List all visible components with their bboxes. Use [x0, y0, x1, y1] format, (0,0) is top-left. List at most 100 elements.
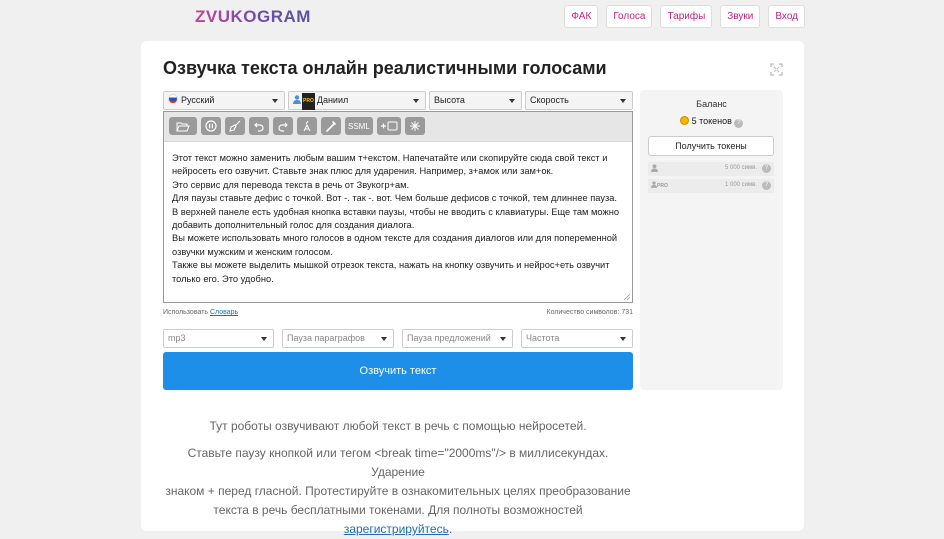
- voice-select[interactable]: PRO Даниил: [288, 91, 426, 110]
- info-text: .: [448, 522, 453, 536]
- logo[interactable]: ZVUKOGRAM: [145, 5, 311, 29]
- sentence-pause-select[interactable]: Пауза предложений: [402, 329, 513, 348]
- chevron-down-icon: [272, 99, 278, 103]
- info-paragraph: Ставьте паузу кнопкой или тегом <break t…: [163, 444, 633, 539]
- chevron-down-icon: [620, 99, 626, 103]
- folder-open-icon: [176, 122, 190, 131]
- nav-faq[interactable]: ФАК: [564, 5, 599, 28]
- paragraph-pause-select[interactable]: Пауза параграфов: [282, 329, 394, 348]
- token-count: 5 токенов: [691, 116, 732, 126]
- synthesize-button[interactable]: Озвучить текст: [163, 352, 633, 390]
- nav-sounds[interactable]: Звуки: [720, 5, 761, 28]
- quota-basic: 5 000 симв. ?: [648, 162, 774, 176]
- token-balance: 5 токенов ?: [640, 116, 783, 128]
- text-line: озвучки мужским и женским голосом.: [172, 246, 333, 257]
- info-text: знаком + перед гласной. Протестируйте в …: [165, 484, 631, 498]
- sound-wave-icon: [146, 6, 187, 28]
- chevron-down-icon: [509, 99, 515, 103]
- format-select[interactable]: mp3: [163, 329, 274, 348]
- balance-panel: Баланс 5 токенов ? Получить токены 5 000…: [640, 90, 783, 390]
- pause-button[interactable]: [201, 117, 221, 135]
- language-value: Русский: [181, 95, 215, 105]
- redo-button[interactable]: [273, 117, 293, 135]
- pro-user-label: PRO: [651, 181, 668, 189]
- help-icon[interactable]: ?: [762, 164, 771, 173]
- text-line: Вы можете использовать много голосов в о…: [172, 233, 618, 244]
- chevron-down-icon: [500, 337, 506, 341]
- coin-icon: [679, 116, 689, 125]
- language-select[interactable]: Русский: [163, 91, 285, 110]
- nav-voices[interactable]: Голоса: [606, 5, 653, 28]
- editor-toolbar: SSML: [164, 112, 632, 142]
- user-icon: [293, 95, 301, 104]
- chevron-down-icon: [413, 99, 419, 103]
- char-count-label: Количество символов:: [546, 309, 620, 316]
- sound-effect-button[interactable]: [404, 117, 425, 135]
- brand-name: ZVUKOGRAM: [195, 7, 311, 26]
- text-line: Для паузы ставьте дефис с точкой. Вот -.…: [172, 193, 618, 204]
- pitch-value: Высота: [434, 95, 465, 105]
- text-line: Также вы можете выделить мышкой отрезок …: [172, 260, 610, 271]
- help-icon[interactable]: ?: [734, 119, 744, 128]
- undo-icon: [254, 122, 264, 132]
- dictionary-prefix: Использовать: [163, 309, 210, 316]
- redo-icon: [278, 122, 288, 132]
- clear-button[interactable]: [225, 117, 245, 135]
- voice-value: Даниил: [316, 95, 349, 105]
- text-line: только его. Это удобно.: [172, 273, 274, 284]
- char-counter: Количество символов: 731: [547, 309, 634, 316]
- text-line: Это сервис для перевода текста в речь от…: [172, 179, 410, 190]
- stress-button[interactable]: [297, 117, 317, 135]
- frequency-value: Частота: [526, 333, 560, 343]
- page-title: Озвучка текста онлайн реалистичными голо…: [163, 58, 607, 78]
- accent-mark-icon: [303, 120, 311, 132]
- speed-value: Скорость: [530, 95, 569, 105]
- nav-pricing[interactable]: Тарифы: [660, 5, 713, 28]
- top-bar: ZVUKOGRAM ФАК Голоса Тарифы Звуки Вход: [0, 0, 944, 38]
- dictionary-toggle: Использовать Словарь: [163, 309, 238, 316]
- get-tokens-button[interactable]: Получить токены: [648, 136, 774, 156]
- broom-icon: [229, 120, 241, 132]
- frequency-select[interactable]: Частота: [521, 329, 633, 348]
- open-file-button[interactable]: [169, 117, 197, 135]
- undo-button[interactable]: [249, 117, 269, 135]
- add-voice-icon: [380, 121, 398, 131]
- help-icon[interactable]: ?: [762, 181, 771, 190]
- text-editor[interactable]: SSML Этот текст можно заменить любым ваш…: [163, 111, 633, 303]
- pause-icon: [205, 120, 217, 132]
- user-icon: [651, 164, 658, 172]
- char-count-value: 731: [621, 309, 633, 316]
- quota-basic-value: 5 000 симв.: [724, 165, 757, 171]
- quota-pro: PRO 1 000 симв. ?: [648, 179, 774, 193]
- resize-handle-icon[interactable]: [624, 294, 630, 300]
- speed-select[interactable]: Скорость: [525, 91, 633, 110]
- info-text: текста в речь бесплатными токенами. Для …: [213, 503, 583, 517]
- paragraph-pause-value: Пауза параграфов: [287, 333, 365, 343]
- main-nav: ФАК Голоса Тарифы Звуки Вход: [564, 5, 805, 28]
- main-card: Озвучка текста онлайн реалистичными голо…: [141, 41, 804, 536]
- pitch-select[interactable]: Высота: [429, 91, 522, 110]
- sentence-pause-value: Пауза предложений: [407, 333, 491, 343]
- nav-login[interactable]: Вход: [768, 5, 805, 28]
- pro-badge: PRO: [302, 93, 315, 110]
- add-voice-button[interactable]: [376, 117, 401, 135]
- ssml-button[interactable]: SSML: [345, 117, 373, 135]
- text-line: добавить дополнительный голос для создан…: [172, 220, 415, 231]
- sparkle-icon: [409, 121, 420, 131]
- quota-pro-value: 1 000 симв.: [724, 182, 757, 188]
- wand-icon: [326, 121, 336, 132]
- editor-text[interactable]: Этот текст можно заменить любым вашим т+…: [164, 142, 632, 286]
- text-line: В верхней панеле есть удобная кнопка вст…: [172, 206, 620, 217]
- pro-badge: PRO: [657, 183, 668, 189]
- info-line-1: Тут роботы озвучивают любой текст в речь…: [209, 419, 587, 433]
- chevron-down-icon: [261, 337, 267, 341]
- info-text-last: текста в речь бесплатными токенами. Для …: [163, 501, 633, 539]
- info-text: Ставьте паузу кнопкой или тегом <break t…: [187, 446, 609, 479]
- text-line: нейросеть его озвучит. Ставьте знак плюс…: [172, 166, 554, 177]
- register-link[interactable]: зарегистрируйтесь: [344, 522, 449, 536]
- fullscreen-icon[interactable]: [770, 63, 783, 76]
- magic-button[interactable]: [321, 117, 341, 135]
- dictionary-link[interactable]: Словарь: [210, 309, 238, 316]
- format-value: mp3: [168, 333, 186, 343]
- chevron-down-icon: [620, 337, 626, 341]
